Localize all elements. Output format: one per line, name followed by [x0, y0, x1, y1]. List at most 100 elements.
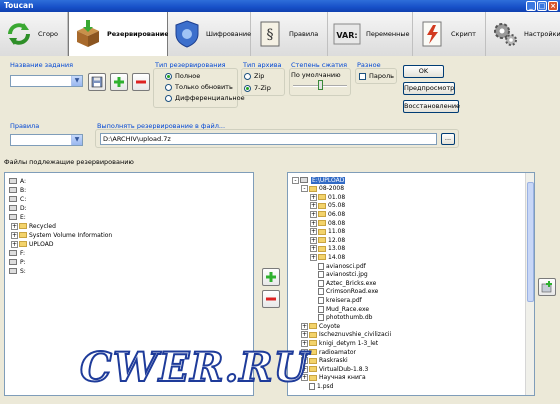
- tree-item[interactable]: Aztec_Bricks.exe: [310, 279, 376, 287]
- maximize-button[interactable]: □: [537, 1, 547, 11]
- add-to-backup-button[interactable]: [262, 268, 280, 286]
- password-checkbox[interactable]: Пароль: [359, 72, 394, 80]
- remove-job-button[interactable]: [132, 73, 150, 91]
- job-name-combo[interactable]: ▼: [10, 75, 83, 87]
- folder-icon: [318, 228, 326, 235]
- remove-from-backup-button[interactable]: [262, 290, 280, 308]
- tree-item[interactable]: CrimsonRoad.exe: [310, 288, 378, 296]
- tab-encryption[interactable]: Шифрование: [168, 12, 251, 56]
- folder-icon: [318, 220, 326, 226]
- drive-icon: [9, 250, 17, 256]
- save-job-button[interactable]: [88, 73, 106, 91]
- tree-item-label: Научная книга: [319, 374, 366, 382]
- expand-icon[interactable]: +: [310, 253, 317, 261]
- tree-item[interactable]: + UPLOAD: [11, 240, 53, 248]
- tree-item[interactable]: F:: [9, 249, 25, 257]
- expand-icon[interactable]: +: [310, 228, 317, 236]
- backup-type-full-radio[interactable]: Полное: [165, 72, 200, 80]
- tree-item[interactable]: +08.08: [310, 219, 345, 227]
- expand-icon[interactable]: +: [310, 245, 317, 253]
- vertical-scrollbar[interactable]: [525, 173, 534, 395]
- tab-settings[interactable]: Настройки: [486, 12, 560, 56]
- tree-item[interactable]: kreisera.pdf: [310, 296, 362, 304]
- ok-button[interactable]: OK: [403, 65, 444, 78]
- tree-item[interactable]: A:: [9, 177, 26, 185]
- window-title: Toucan: [4, 1, 34, 10]
- tree-item[interactable]: - 08-2008: [301, 185, 344, 193]
- tree-item[interactable]: C:: [9, 195, 26, 203]
- tab-sync[interactable]: Сгоро: [0, 12, 68, 56]
- chevron-down-icon[interactable]: ▼: [71, 76, 82, 86]
- tree-item[interactable]: avianosci.pdf: [310, 262, 366, 270]
- tree-item-label: 06.08: [328, 210, 346, 218]
- backup-type-diff-radio[interactable]: Дифференциальное: [165, 94, 245, 102]
- expand-icon[interactable]: +: [310, 219, 317, 227]
- tree-item[interactable]: E:: [9, 213, 26, 221]
- restore-button[interactable]: Восстановление: [403, 100, 460, 113]
- tree-item-label: Coyote: [319, 322, 341, 330]
- tab-backup[interactable]: Резервирование: [68, 12, 169, 56]
- expand-icon[interactable]: +: [310, 236, 317, 244]
- tree-item[interactable]: +06.08: [310, 210, 345, 218]
- tree-item[interactable]: +05.08: [310, 202, 345, 210]
- rules-combo[interactable]: ▼: [10, 134, 83, 146]
- tree-item[interactable]: Mud_Race.exe: [310, 305, 369, 313]
- drive-icon: [9, 187, 17, 193]
- tree-item[interactable]: + Coyote: [301, 322, 340, 330]
- tree-item-label: 08-2008: [319, 185, 345, 193]
- tree-item[interactable]: +14.08: [310, 253, 345, 261]
- minimize-button[interactable]: _: [526, 1, 536, 11]
- tree-item[interactable]: D:: [9, 204, 27, 212]
- browse-button[interactable]: ...: [441, 133, 455, 145]
- expand-icon[interactable]: +: [310, 193, 317, 201]
- tab-variables[interactable]: VAR: Переменные: [328, 12, 413, 56]
- tree-item[interactable]: - E:\UPLOAD: [292, 176, 346, 184]
- archive-7zip-radio[interactable]: 7-Zip: [244, 84, 271, 92]
- tree-item-label: CrimsonRoad.exe: [326, 288, 379, 296]
- tree-item[interactable]: photothumb.db: [310, 314, 372, 322]
- tab-rules[interactable]: § Правила: [251, 12, 328, 56]
- tree-item[interactable]: +01.08: [310, 193, 345, 201]
- tree-item-label: Mud_Race.exe: [326, 305, 370, 313]
- chevron-down-icon[interactable]: ▼: [71, 135, 82, 145]
- tree-item[interactable]: +11.08: [310, 228, 345, 236]
- scrollbar-thumb[interactable]: [527, 182, 534, 302]
- backup-tree-panel[interactable]: - E:\UPLOAD -08-2008 +01.08 +05.08 +06.08 +08.…: [287, 172, 535, 396]
- tab-script[interactable]: Скрипт: [413, 12, 486, 56]
- close-button[interactable]: ×: [548, 1, 558, 11]
- tab-label: Шифрование: [206, 30, 252, 38]
- collapse-icon[interactable]: -: [301, 185, 308, 193]
- tree-item[interactable]: + Recycled: [11, 222, 56, 230]
- tree-item[interactable]: +12.08: [310, 236, 345, 244]
- tree-item[interactable]: avianostci.jpg: [310, 271, 368, 279]
- tab-label: Переменные: [366, 30, 410, 38]
- tree-item[interactable]: P:: [9, 258, 26, 266]
- expand-icon[interactable]: +: [310, 210, 317, 218]
- tree-item[interactable]: + VirtualDub-1.8.3: [301, 365, 368, 373]
- archive-zip-radio[interactable]: Zip: [244, 72, 264, 80]
- collapse-icon[interactable]: -: [292, 176, 299, 184]
- expand-icon[interactable]: +: [301, 322, 308, 330]
- tree-item[interactable]: S:: [9, 267, 26, 275]
- title-bar: Toucan _ □ ×: [0, 0, 560, 12]
- tree-item-label: avianostci.jpg: [326, 271, 368, 279]
- expand-icon: +: [11, 240, 18, 248]
- backup-path-field[interactable]: D:\ARCHIV\upload.7z: [100, 133, 437, 145]
- backup-type-update-radio[interactable]: Только обновить: [165, 83, 233, 91]
- folder-icon: [309, 340, 317, 347]
- add-variable-button[interactable]: [538, 278, 556, 296]
- preview-button[interactable]: Предпросмотр: [403, 82, 455, 95]
- tree-item[interactable]: +13.08: [310, 245, 345, 253]
- expand-icon[interactable]: +: [301, 331, 308, 339]
- drive-icon: [9, 214, 17, 220]
- tree-item[interactable]: + knigi_detym 1-3_let: [301, 339, 378, 347]
- add-job-button[interactable]: [110, 73, 128, 91]
- file-icon: [318, 288, 324, 296]
- compression-slider-thumb[interactable]: [318, 80, 323, 90]
- tree-item[interactable]: + Научная книга: [301, 374, 366, 382]
- tree-item[interactable]: + Ischeznuvshie_civilizacii: [301, 331, 391, 339]
- tree-item[interactable]: + System Volume Information: [11, 231, 112, 239]
- tree-item[interactable]: B:: [9, 186, 26, 194]
- folder-icon: [309, 323, 317, 330]
- expand-icon[interactable]: +: [310, 202, 317, 210]
